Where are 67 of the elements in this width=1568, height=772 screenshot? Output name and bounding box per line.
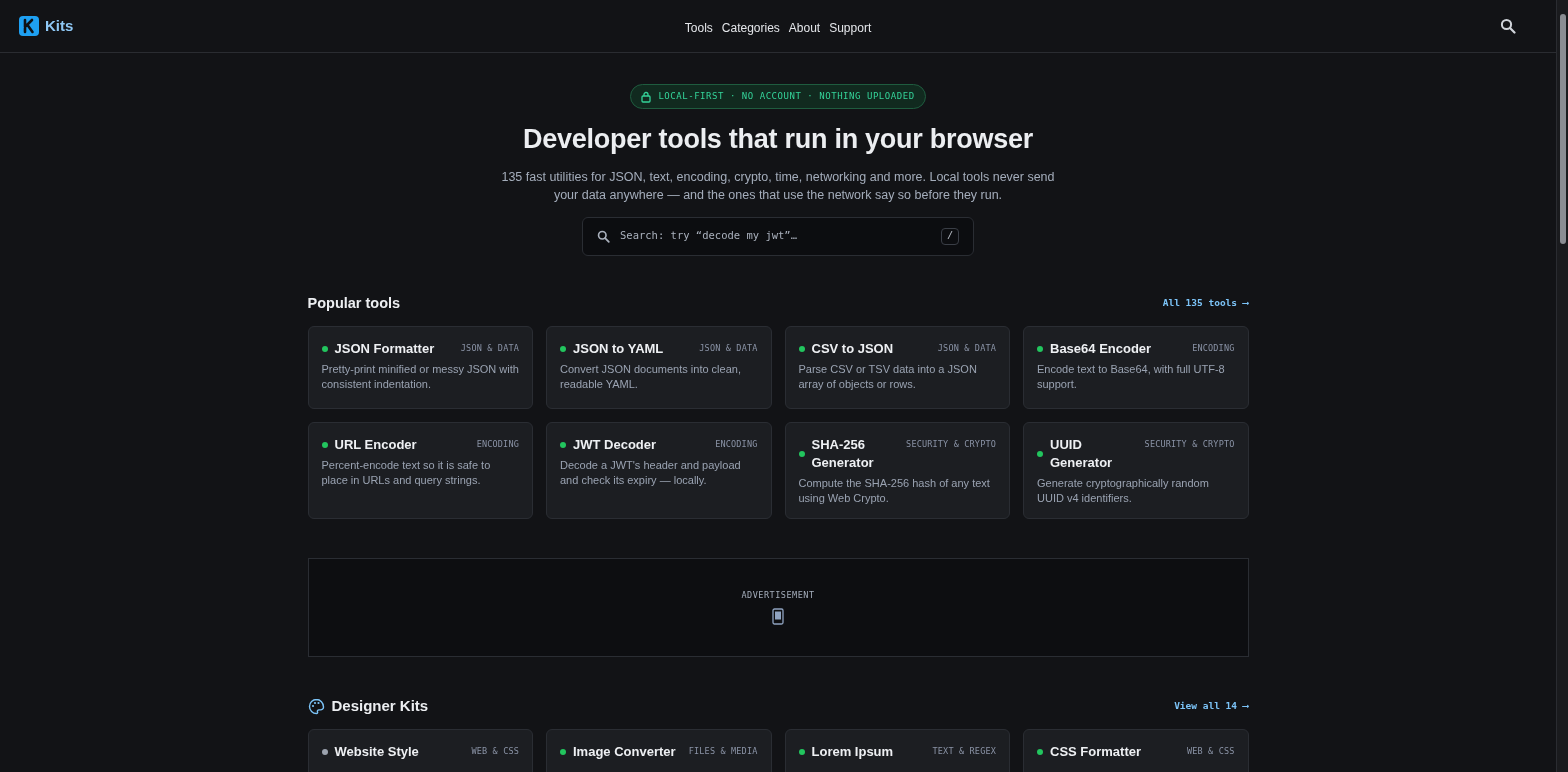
- category-tag: ENCODING: [476, 435, 519, 451]
- section-title: Popular tools: [307, 293, 401, 313]
- phone-icon: [772, 607, 784, 625]
- shortcut-key: /: [941, 227, 959, 245]
- tool-description: Compute the SHA-256 hash of any text using Web Crypto.: [798, 475, 991, 506]
- view-all-link[interactable]: All 135 tools ⟶: [1162, 296, 1249, 311]
- tool-card[interactable]: CSV to JSON JSON & DATA Parse CSV or TSV data into a JSON array of objects or rows.: [784, 325, 1010, 409]
- tool-description: Percent-encode text so it is safe to place in URLs and query strings.: [321, 457, 492, 488]
- category-tag: JSON & DATA: [937, 339, 996, 355]
- tool-card[interactable]: Image Converter FILES & MEDIA: [546, 728, 772, 772]
- tool-card[interactable]: SHA-256 Generator SECURITY & CRYPTO Compute the SHA-256 hash of any text using Web Crypto.: [784, 421, 1010, 519]
- tool-name: JSON to YAML: [573, 339, 664, 358]
- category-tag: WEB & CSS: [1186, 742, 1235, 758]
- badge-text: LOCAL-FIRST · NO ACCOUNT · NOTHING UPLOADED: [658, 89, 915, 103]
- category-tag: JSON & DATA: [460, 339, 519, 355]
- nav-link[interactable]: Categories: [721, 19, 780, 37]
- nav-link[interactable]: Support: [829, 19, 872, 37]
- tool-card[interactable]: Website Style WEB & CSS: [307, 728, 533, 772]
- logo-text[interactable]: Kits: [45, 14, 74, 38]
- lock-icon: [641, 90, 652, 103]
- category-tag: TEXT & REGEX: [932, 742, 996, 758]
- tool-name: Image Converter: [573, 742, 676, 761]
- category-tag: FILES & MEDIA: [688, 742, 758, 758]
- tool-card[interactable]: Base64 Encoder ENCODING Encode text to Base64, with full UTF-8 support.: [1023, 325, 1249, 409]
- tool-name: URL Encoder: [334, 435, 417, 454]
- tool-name: CSS Formatter: [1050, 742, 1142, 761]
- tool-card[interactable]: CSS Formatter WEB & CSS: [1023, 728, 1249, 772]
- tool-description: Generate cryptographically random UUID v4 identifiers.: [1037, 475, 1210, 506]
- category-tag: SECURITY & CRYPTO: [1144, 435, 1235, 451]
- category-tag: ENCODING: [715, 435, 758, 451]
- tool-name: JSON Formatter: [334, 339, 435, 358]
- tool-card[interactable]: JSON to YAML JSON & DATA Convert JSON documents into clean, readable YAML.: [546, 325, 772, 409]
- tool-name: CSV to JSON: [811, 339, 894, 358]
- category-tag: WEB & CSS: [471, 742, 519, 758]
- tool-name: SHA-256 Generator: [811, 435, 875, 472]
- hero-title: Developer tools that run in your browser: [523, 123, 1033, 156]
- nav-link[interactable]: Tools: [684, 19, 713, 37]
- category-tag: SECURITY & CRYPTO: [906, 435, 996, 451]
- palette-icon: [307, 698, 325, 715]
- tool-description: Convert JSON documents into clean, readable YAML.: [560, 361, 742, 392]
- tool-card[interactable]: Lorem Ipsum TEXT & REGEX: [784, 728, 1010, 772]
- category-tag: JSON & DATA: [699, 339, 758, 355]
- search-icon[interactable]: [1500, 18, 1516, 34]
- tool-card[interactable]: JWT Decoder ENCODING Decode a JWT's header and payload and check its expiry — locally.: [546, 421, 772, 519]
- tool-description: Decode a JWT's header and payload and check its expiry — locally.: [560, 457, 742, 488]
- tool-card[interactable]: JSON Formatter JSON & DATA Pretty-print minified or messy JSON with consistent indentation.: [307, 325, 533, 409]
- category-tag: ENCODING: [1192, 339, 1235, 355]
- search-input[interactable]: Search: try “decode my jwt”…: [620, 228, 931, 244]
- tool-card[interactable]: UUID Generator SECURITY & CRYPTO Generate cryptographically random UUID v4 identifiers.: [1023, 421, 1249, 519]
- tool-name: Lorem Ipsum: [811, 742, 894, 761]
- search-field[interactable]: Search: try “decode my jwt”… /: [582, 216, 974, 256]
- tool-description: Encode text to Base64, with full UTF-8 support.: [1037, 361, 1226, 392]
- tool-card[interactable]: URL Encoder ENCODING Percent-encode text so it is safe to place in URLs and query strings.: [307, 421, 533, 519]
- tool-name: Website Style: [334, 742, 419, 761]
- section-title: Designer Kits: [331, 696, 429, 717]
- logo-icon: [19, 16, 39, 36]
- hero-subtitle: 135 fast utilities for JSON, text, encoding, crypto, time, networking and more. Local tools never send your data anywhere — and the ones that use the network say so before they run.: [500, 168, 1056, 204]
- tool-name: Base64 Encoder: [1050, 339, 1152, 358]
- tool-description: Pretty-print minified or messy JSON with consistent indentation.: [321, 361, 519, 392]
- tool-description: Parse CSV or TSV data into a JSON array of objects or rows.: [798, 361, 978, 392]
- nav-link[interactable]: About: [788, 19, 821, 37]
- ad-label: ADVERTISEMENT: [741, 589, 815, 602]
- tool-name: UUID Generator: [1050, 435, 1114, 472]
- search-icon: [597, 229, 610, 243]
- view-all-link[interactable]: View all 14 ⟶: [1174, 699, 1249, 714]
- scrollbar[interactable]: [1556, 0, 1568, 772]
- tool-name: JWT Decoder: [573, 435, 657, 454]
